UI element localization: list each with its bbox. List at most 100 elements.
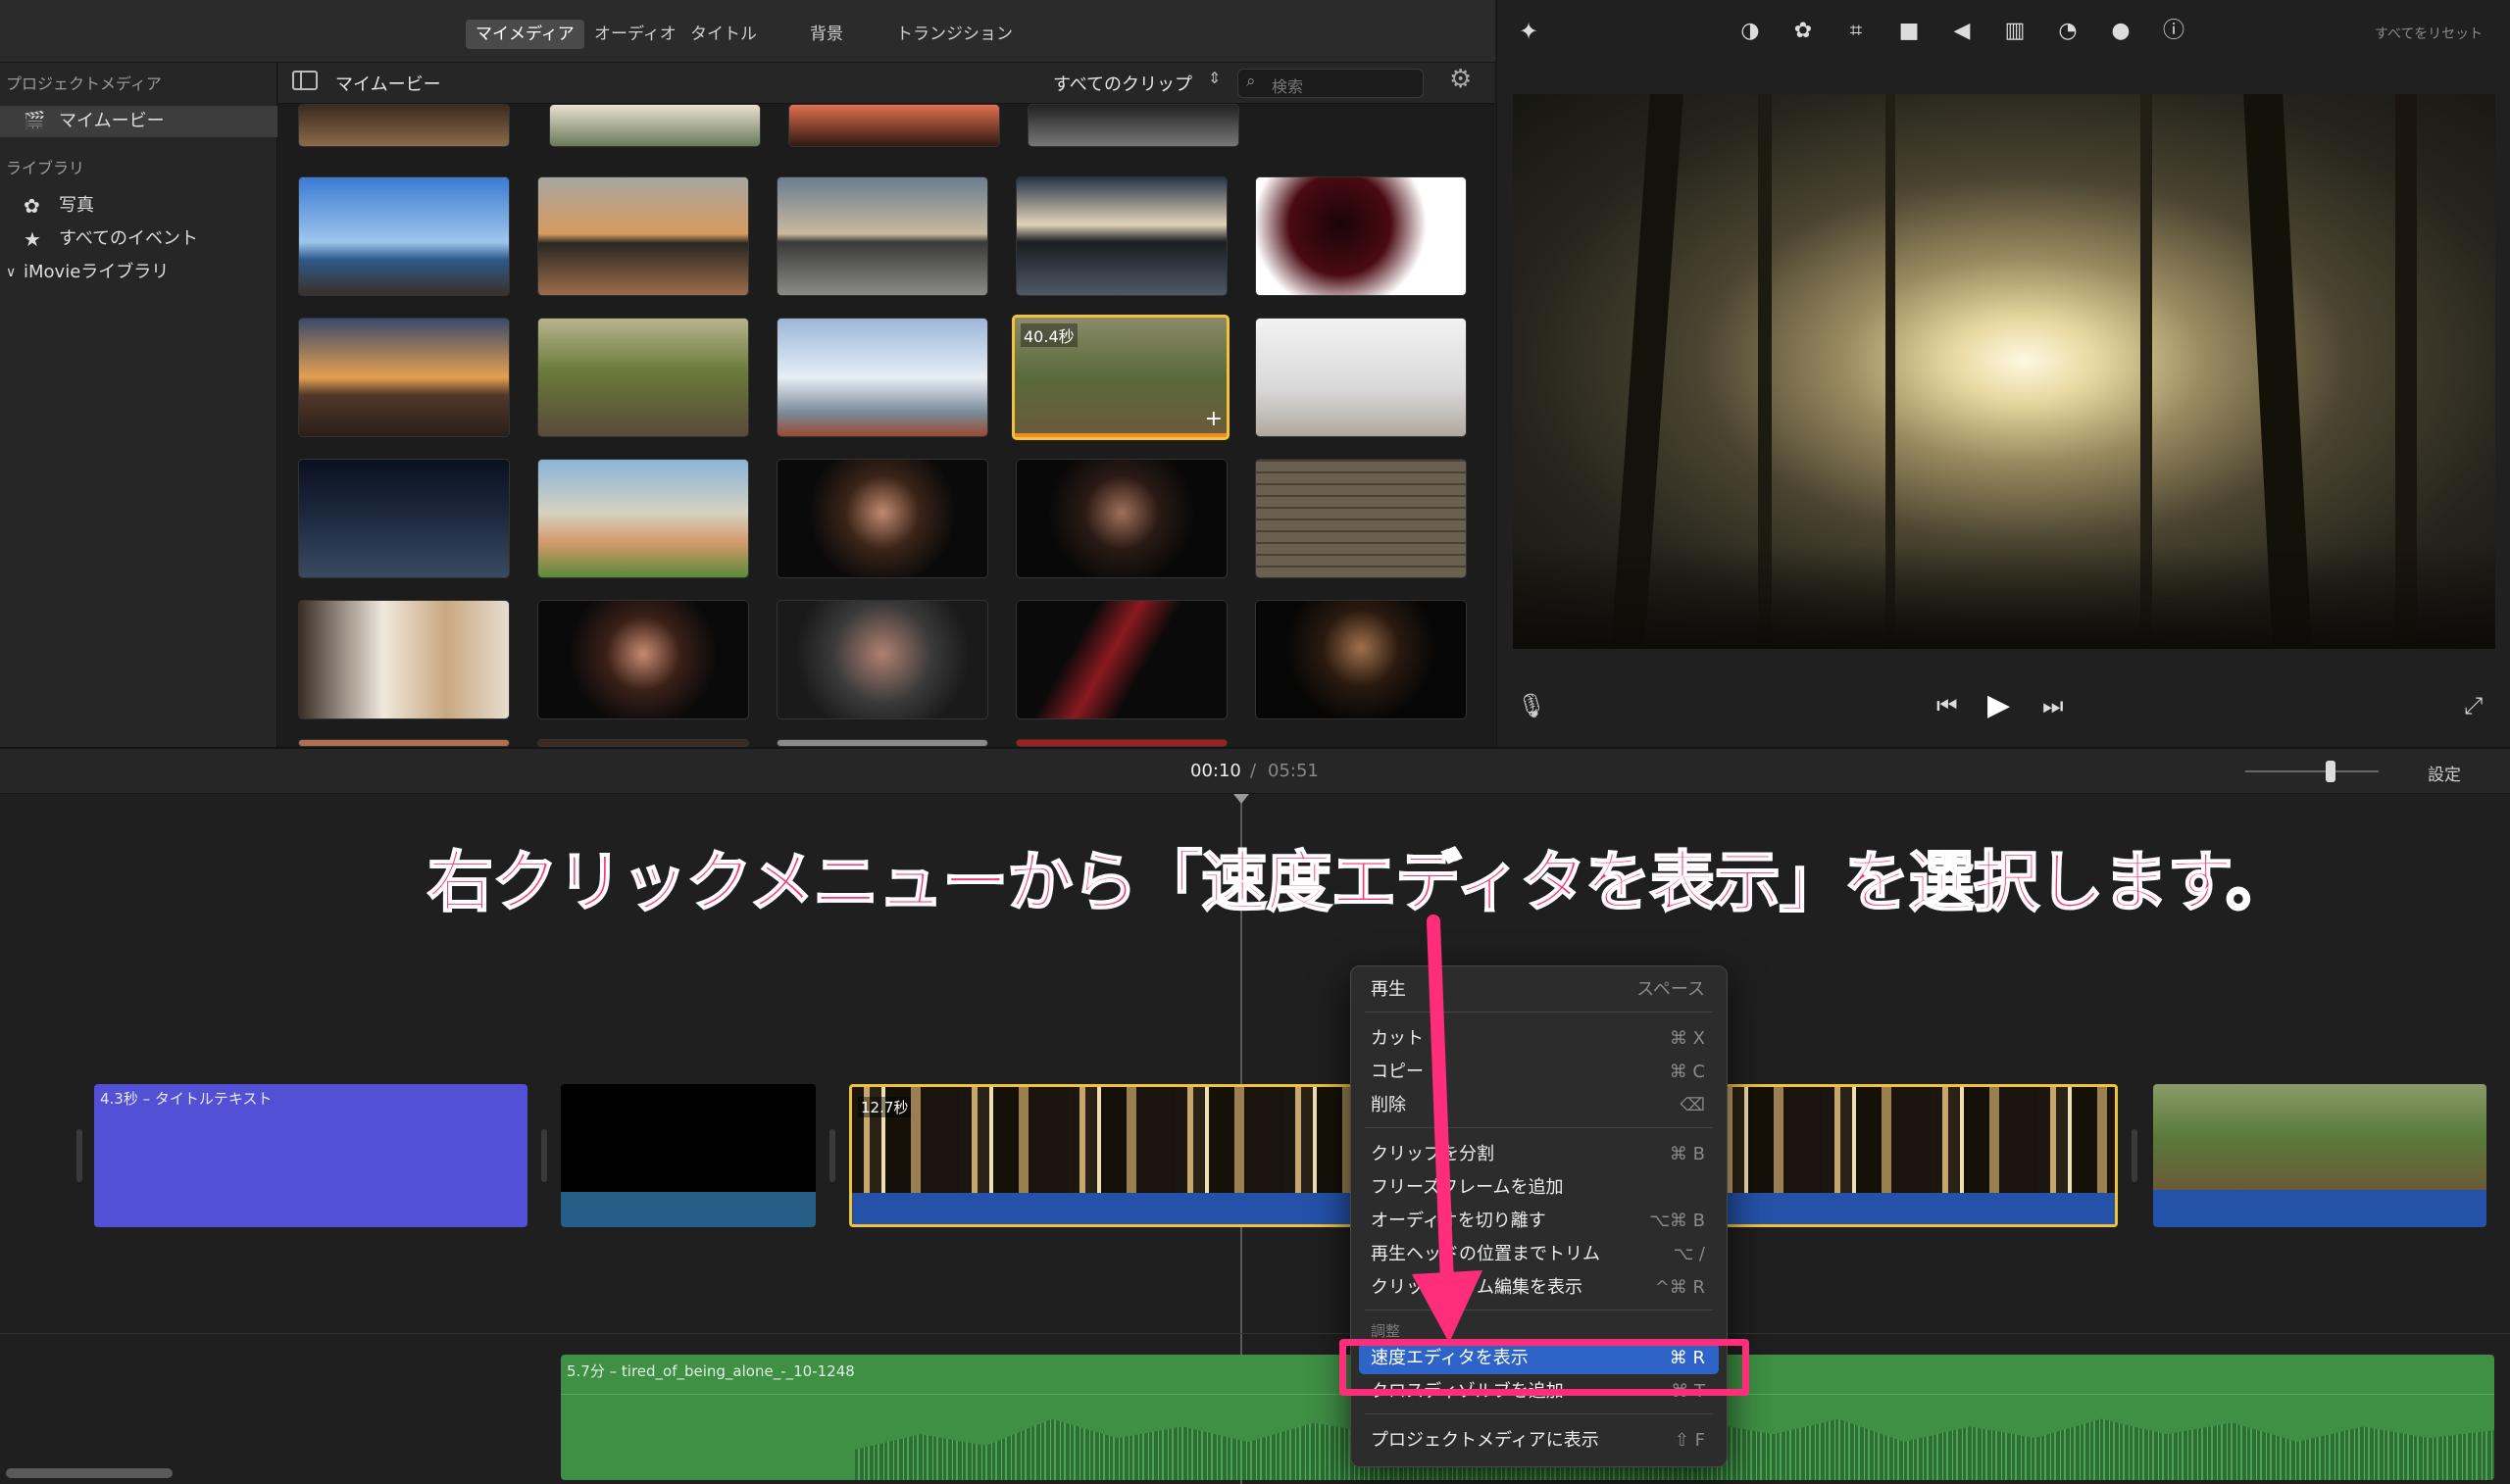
add-to-timeline-icon[interactable]: + [1205,407,1223,431]
sidebar-item-label: iMovieライブラリ [24,262,170,282]
chevron-down-icon: ∨ [6,265,17,280]
microphone-icon[interactable]: 🎙 [1517,692,1546,719]
clip-thumbnail[interactable] [298,318,510,437]
timeline-header: 00:10 / 05:51 設定 [0,749,2510,794]
reset-all-button[interactable]: すべてをリセット [2375,24,2483,43]
clip-thumbnail[interactable] [1028,104,1239,147]
clip-thumbnail[interactable] [298,104,510,147]
search-icon: ⌕ [1246,72,1256,91]
clip-thumbnail[interactable] [777,600,988,719]
search-input[interactable]: 検索 [1272,74,1303,97]
track-divider [0,1333,2510,1334]
clip-thumbnail[interactable] [777,176,988,296]
clip-audio-strip [2153,1190,2486,1227]
clip-thumbnail[interactable] [298,600,510,719]
clapper-icon: 🎬 [24,111,46,131]
transition-handle[interactable] [541,1129,547,1182]
clip-thumbnail[interactable] [537,176,749,296]
clip-thumbnail[interactable] [1255,176,1467,296]
sidebar-item-all-events[interactable]: ★ すべてのイベント [0,223,277,255]
clip-label: 4.3秒 – タイトルテキスト [100,1090,273,1108]
star-icon: ★ [24,227,41,251]
clip-thumbnail[interactable] [788,104,1000,147]
clip-thumbnail[interactable] [1016,176,1228,296]
clip-thumbnail[interactable] [537,739,749,747]
media-tab-bar: マイメディア オーディオ タイトル 背景 トランジション [0,0,1495,63]
gear-icon[interactable]: ⚙ [1449,65,1472,94]
library-sidebar: プロジェクトメディア 🎬 マイムービー ライブラリ ✿ 写真 ★ すべてのイベン… [0,63,277,747]
horizontal-scrollbar[interactable] [6,1468,173,1478]
zoom-slider-track[interactable] [2245,770,2379,772]
clip-audio-strip [561,1192,816,1227]
sidebar-toggle-icon[interactable] [292,71,318,90]
tab-audio[interactable]: オーディオ [584,20,686,49]
zoom-slider-handle[interactable] [2326,761,2335,782]
transition-handle[interactable] [76,1129,82,1182]
updown-chevron-icon: ⇕ [1208,69,1222,87]
search-field[interactable]: ⌕ 検索 [1237,69,1424,98]
sidebar-item-imovie-library[interactable]: ∨ iMovieライブラリ [0,257,277,288]
color-balance-icon[interactable]: ◑ [1736,18,1764,45]
clip-label: 12.7秒 [858,1097,912,1117]
media-browser: マイムービー すべてのクリップ ⇕ ⌕ 検索 ⚙ 40.4秒 + [278,63,1494,747]
clip-thumbnail[interactable] [1016,459,1228,578]
equalizer-icon[interactable]: ▥ [2001,18,2029,45]
play-icon[interactable]: ▶ [1987,688,2010,722]
clip-thumbnail[interactable] [298,739,510,747]
tab-my-media[interactable]: マイメディア [466,20,584,49]
transition-handle[interactable] [2132,1129,2137,1182]
skip-back-icon[interactable]: ⏮ [1936,692,1958,719]
clip-thumbnail[interactable] [1255,600,1467,719]
clip-thumbnail[interactable] [298,176,510,296]
transition-handle[interactable] [829,1129,835,1182]
annotation-caption: 右クリックメニューから「速度エディタを表示」を選択します。 [427,843,2292,921]
noise-reduction-icon[interactable]: ● [2107,18,2134,45]
browser-title: マイムービー [335,74,441,95]
info-icon[interactable]: ⓘ [2160,18,2187,45]
video-preview[interactable] [1513,94,2495,649]
timeline-settings-button[interactable]: 設定 [2428,761,2461,785]
clip-thumbnail[interactable] [777,318,988,437]
tab-transitions[interactable]: トランジション [886,20,1023,49]
video-clip[interactable] [2153,1084,2486,1227]
ground-shadow [1513,545,2495,649]
color-palette-icon[interactable]: ✿ [1789,18,1817,45]
clip-thumbnail[interactable] [777,739,988,747]
clip-thumbnail[interactable] [298,459,510,578]
menu-separator [1365,1413,1713,1414]
selected-clip-thumbnail[interactable]: 40.4秒 + [1012,315,1230,440]
sidebar-item-label: すべてのイベント [59,228,199,249]
speed-gauge-icon[interactable]: ◔ [2054,18,2082,45]
clip-thumbnail[interactable] [537,318,749,437]
clip-thumbnail[interactable] [1016,600,1228,719]
black-clip[interactable] [561,1084,816,1227]
library-header: ライブラリ [6,159,85,177]
clip-thumbnail[interactable] [777,459,988,578]
stabilization-camera-icon[interactable]: ■ [1895,18,1923,45]
menu-item-reveal-in-project-media[interactable]: プロジェクトメディアに表示 ⇧ F [1351,1425,1727,1457]
current-time: 00:10 [1190,761,1241,781]
timeline[interactable]: 00:10 / 05:51 設定 右クリックメニューから「速度エディタを表示」を… [0,747,2510,1484]
title-clip[interactable]: 4.3秒 – タイトルテキスト [94,1084,527,1227]
volume-icon[interactable]: ◀ [1948,18,1976,45]
magic-wand-icon[interactable]: ✦ [1515,18,1542,45]
crop-icon[interactable]: ⌗ [1842,18,1870,45]
filmstrip-frames [2153,1084,2486,1190]
project-media-header: プロジェクトメディア [6,74,162,93]
clip-thumbnail[interactable] [537,459,749,578]
clip-thumbnail[interactable] [1255,459,1467,578]
total-time: 05:51 [1268,761,1319,781]
clip-filter-select[interactable]: すべてのクリップ [1053,71,1192,96]
clip-thumbnail[interactable] [1016,739,1228,747]
fullscreen-icon[interactable]: ⤢ [2464,692,2483,719]
tab-titles[interactable]: タイトル [680,20,767,49]
clip-label: 5.7分 – tired_of_being_alone_-_10-1248 [567,1362,855,1380]
skip-forward-icon[interactable]: ⏭ [2042,692,2064,719]
tab-backgrounds[interactable]: 背景 [800,20,853,49]
clip-thumbnail[interactable] [549,104,761,147]
playhead-marker[interactable] [1233,794,1249,804]
clip-thumbnail[interactable] [1255,318,1467,437]
clip-thumbnail[interactable] [537,600,749,719]
sidebar-item-photos[interactable]: ✿ 写真 [0,190,277,222]
sidebar-item-my-movie[interactable]: 🎬 マイムービー [0,106,277,137]
